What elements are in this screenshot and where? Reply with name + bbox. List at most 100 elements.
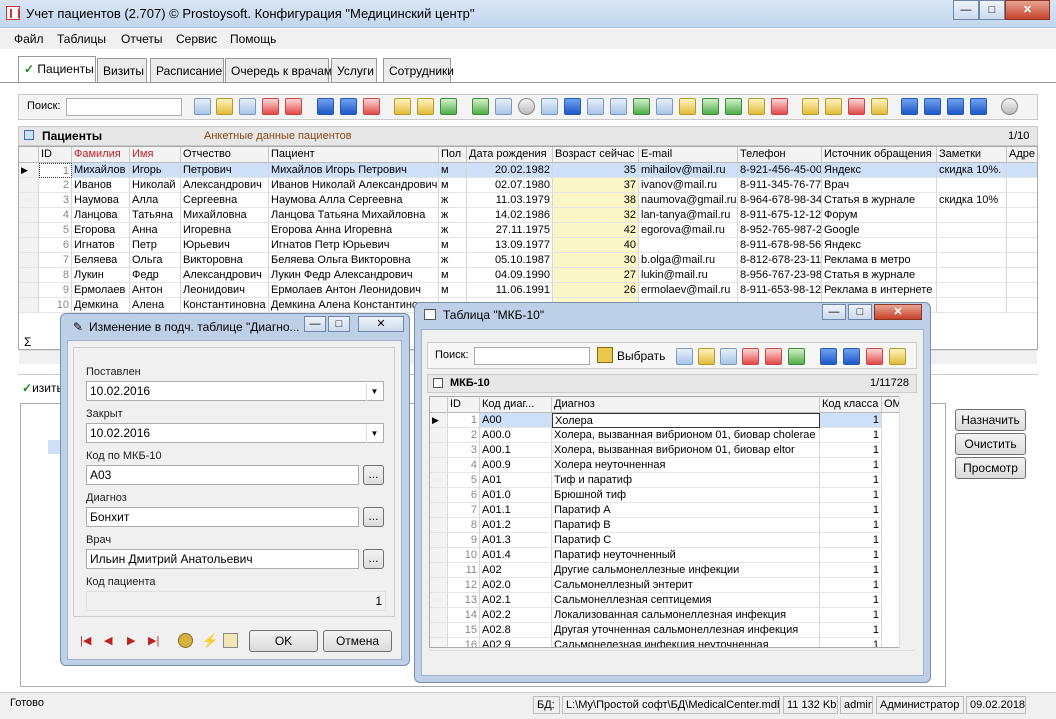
row-indicator[interactable]	[430, 458, 448, 473]
mkb-cell-diagnosis[interactable]: Паратиф А	[552, 503, 820, 518]
export4-icon[interactable]	[679, 98, 696, 115]
mkb-cell-class-code[interactable]: 1	[820, 563, 882, 578]
cell-id[interactable]: 6	[39, 238, 72, 253]
mkb-cell-class-code[interactable]: 1	[820, 608, 882, 623]
row-indicator[interactable]	[19, 193, 39, 208]
cell-age[interactable]: 35	[553, 163, 639, 178]
mkb-cell-class-code[interactable]: 1	[820, 428, 882, 443]
column-header-middle-name[interactable]: Отчество	[181, 147, 269, 163]
cell-id[interactable]: 4	[39, 208, 72, 223]
mkb-close-button[interactable]: ✕	[874, 304, 922, 320]
delete-icon[interactable]	[262, 98, 279, 115]
column-header-last-name[interactable]: Фамилия	[72, 147, 130, 163]
mkb-cell-code[interactable]: A01.0	[480, 488, 552, 503]
cell-last-name[interactable]: Ермолаев	[72, 283, 130, 298]
cell-last-name[interactable]: Михайлов	[72, 163, 130, 178]
cell-phone[interactable]: 8-956-767-23-98	[738, 268, 822, 283]
cell-address[interactable]	[1007, 283, 1037, 298]
print-icon[interactable]	[518, 98, 535, 115]
date-picker[interactable]: 10.02.2016 ▼	[86, 381, 384, 401]
cell-source[interactable]: Статья в журнале	[822, 193, 937, 208]
row-indicator[interactable]	[430, 593, 448, 608]
cell-address[interactable]	[1007, 208, 1037, 223]
row-indicator[interactable]	[430, 578, 448, 593]
cell-source[interactable]: Реклама в интернете	[822, 283, 937, 298]
last-record-icon[interactable]: ▶|	[148, 634, 159, 647]
mkb-cell-class-code[interactable]: 1	[820, 533, 882, 548]
tab-queue[interactable]: Очередь к врачам	[225, 58, 332, 82]
mkb-cell-code[interactable]: A01.4	[480, 548, 552, 563]
refresh-icon[interactable]	[788, 348, 805, 365]
help-icon[interactable]	[1001, 98, 1018, 115]
cell-last-name[interactable]: Беляева	[72, 253, 130, 268]
cell-patient[interactable]: Егорова Анна Игоревна	[269, 223, 439, 238]
mkb-cell-code[interactable]: A00.9	[480, 458, 552, 473]
mkb-cell-class-code[interactable]: 1	[820, 638, 882, 647]
tab-services[interactable]: Услуги	[331, 58, 377, 82]
cell-first-name[interactable]: Алла	[130, 193, 181, 208]
mkb-cell-diagnosis[interactable]: Сальмонелезная инфекция неуточненная	[552, 638, 820, 647]
cell-patient[interactable]: Беляева Ольга Викторовна	[269, 253, 439, 268]
cell-address[interactable]	[1007, 178, 1037, 193]
cell-email[interactable]: b.olga@mail.ru	[639, 253, 738, 268]
cell-id[interactable]: 1	[39, 163, 72, 178]
lookup-field[interactable]: Бонхит	[86, 507, 359, 527]
next-record-icon[interactable]	[947, 98, 964, 115]
cell-first-name[interactable]: Алена	[130, 298, 181, 313]
cell-sex[interactable]: м	[439, 178, 467, 193]
mkb-cell-id[interactable]: 14	[448, 608, 480, 623]
mkb-cell-id[interactable]: 10	[448, 548, 480, 563]
mkb-cell-id[interactable]: 12	[448, 578, 480, 593]
cell-first-name[interactable]: Ольга	[130, 253, 181, 268]
mkb-cell-code[interactable]: A01.3	[480, 533, 552, 548]
mkb-cell-diagnosis[interactable]: Паратиф неуточненный	[552, 548, 820, 563]
cell-middle-name[interactable]: Александрович	[181, 178, 269, 193]
mkb-cell-code[interactable]: A01	[480, 473, 552, 488]
cell-patient[interactable]: Ланцова Татьяна Михайловна	[269, 208, 439, 223]
cell-phone[interactable]: 8-911-345-76-77	[738, 178, 822, 193]
edit-close-button[interactable]: ✕	[358, 316, 404, 332]
cell-phone[interactable]: 8-921-456-45-00	[738, 163, 822, 178]
mkb-cell-id[interactable]: 16	[448, 638, 480, 647]
cell-age[interactable]: 27	[553, 268, 639, 283]
select-button[interactable]: Выбрать	[617, 349, 665, 363]
column-header-first-name[interactable]: Имя	[130, 147, 181, 163]
cell-notes[interactable]	[937, 178, 1007, 193]
cell-age[interactable]: 40	[553, 238, 639, 253]
delete-icon[interactable]	[742, 348, 759, 365]
mkb-cell-class-code[interactable]: 1	[820, 518, 882, 533]
mkb-cell-id[interactable]: 2	[448, 428, 480, 443]
cell-birth-date[interactable]: 14.02.1986	[467, 208, 553, 223]
cell-email[interactable]: egorova@mail.ru	[639, 223, 738, 238]
menu-reports[interactable]: Отчеты	[121, 32, 162, 46]
cell-age[interactable]: 42	[553, 223, 639, 238]
cell-birth-date[interactable]: 05.10.1987	[467, 253, 553, 268]
row-indicator[interactable]	[19, 298, 39, 313]
cell-id[interactable]: 8	[39, 268, 72, 283]
cell-address[interactable]	[1007, 298, 1037, 313]
mkb-cell-code[interactable]: A02.0	[480, 578, 552, 593]
cell-source[interactable]: Яндекс	[822, 238, 937, 253]
chevron-down-icon[interactable]: ▼	[366, 425, 382, 443]
row-indicator[interactable]	[19, 238, 39, 253]
mkb-cell-diagnosis[interactable]: Паратиф В	[552, 518, 820, 533]
cell-source[interactable]: Форум	[822, 208, 937, 223]
mkb-cell-code[interactable]: A02	[480, 563, 552, 578]
settings-icon[interactable]	[848, 98, 865, 115]
mkb-cell-class-code[interactable]: 1	[820, 473, 882, 488]
mkb-cell-diagnosis[interactable]: Другая уточненная сальмонеллезная инфекц…	[552, 623, 820, 638]
mkb-column-header-om[interactable]: ОМ	[882, 397, 900, 413]
mkb-column-header-code[interactable]: Код диаг...	[480, 397, 552, 413]
mkb-cell-class-code[interactable]: 1	[820, 623, 882, 638]
cell-last-name[interactable]: Ланцова	[72, 208, 130, 223]
cell-middle-name[interactable]: Викторовна	[181, 253, 269, 268]
lower-tab-visits[interactable]: ✓изиты	[22, 381, 65, 395]
column-header-phone[interactable]: Телефон	[738, 147, 822, 163]
row-indicator[interactable]	[430, 443, 448, 458]
add-record-icon[interactable]	[676, 348, 693, 365]
mkb-cell-diagnosis[interactable]: Паратиф С	[552, 533, 820, 548]
mkb-cell-id[interactable]: 15	[448, 623, 480, 638]
lookup-button[interactable]: ...	[363, 465, 384, 485]
filter-yellow-icon[interactable]	[394, 98, 411, 115]
cell-last-name[interactable]: Лукин	[72, 268, 130, 283]
